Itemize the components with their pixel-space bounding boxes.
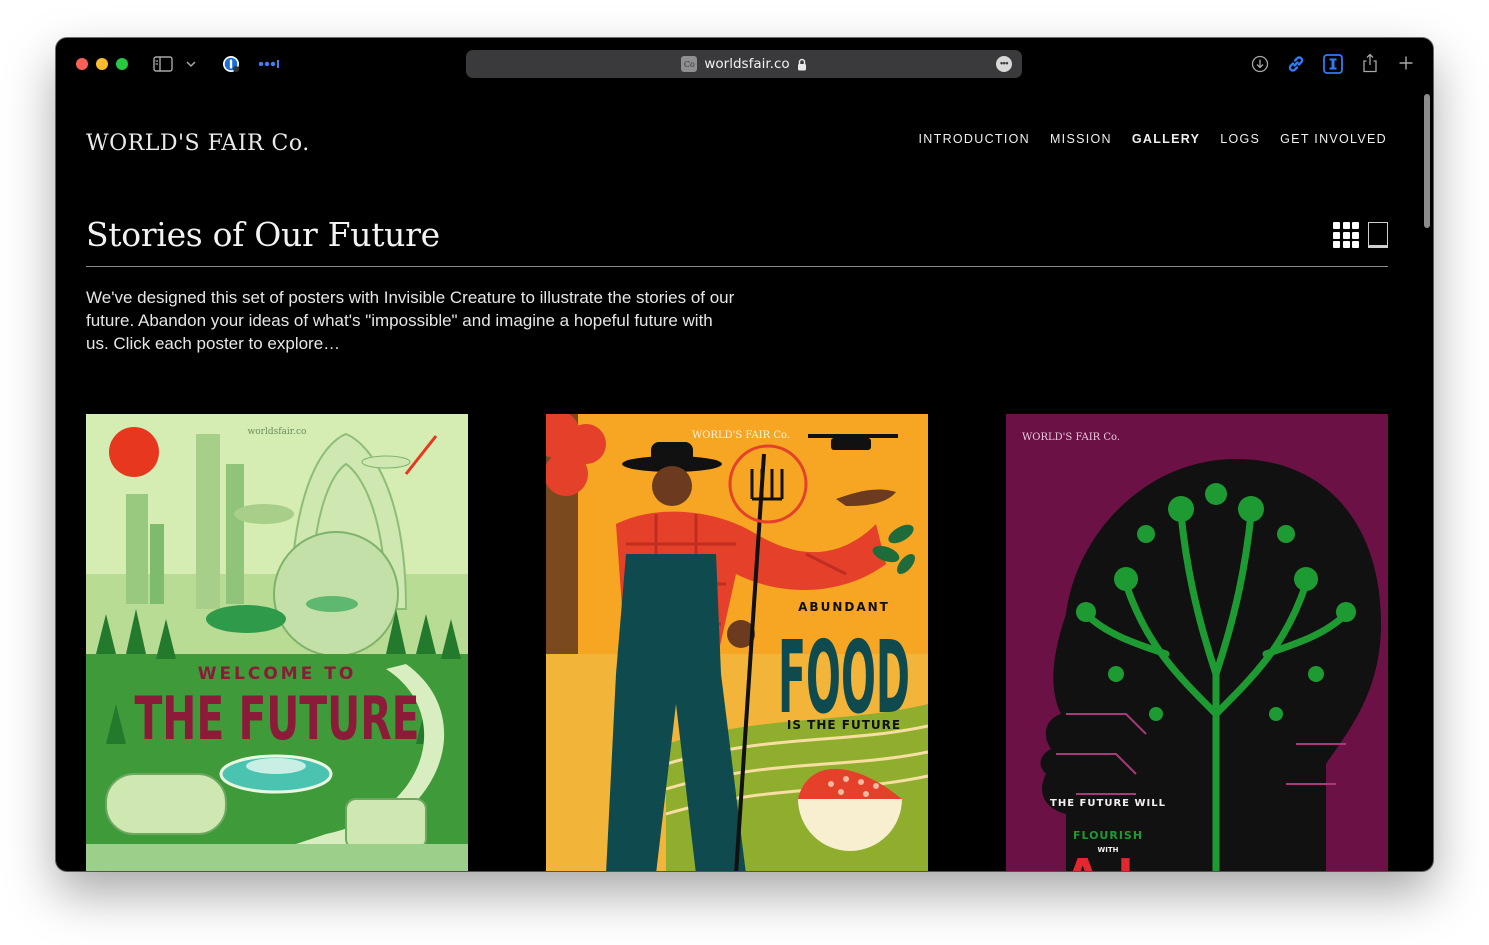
poster-1-brand: worldsfair.co	[248, 427, 307, 437]
share-icon[interactable]	[1360, 52, 1380, 74]
grid-view-icon[interactable]	[1333, 222, 1359, 248]
single-view-icon[interactable]	[1368, 222, 1388, 248]
site-logo[interactable]: WORLD'S FAIR Co.	[86, 131, 310, 156]
poster-2-brand: WORLD'S FAIR Co.	[692, 430, 790, 441]
poster-3-subtitle: THE FUTURE WILL	[1050, 798, 1166, 809]
browser-toolbar: Co worldsfair.co •••	[56, 38, 1433, 90]
reader-icon[interactable]	[1322, 53, 1344, 75]
poster-1-title: THE FUTURE	[135, 684, 420, 754]
poster-welcome-to-the-future[interactable]: WELCOME TO THE FUTURE worldsfair.co	[86, 414, 468, 871]
download-icon[interactable]	[1250, 54, 1270, 74]
page-content: WORLD'S FAIR Co. INTRODUCTION MISSION GA…	[56, 90, 1433, 871]
password-icon[interactable]	[221, 54, 241, 74]
poster-flourish-with-ai[interactable]: THE FUTURE WILL FLOURISH WITH A.I. WORLD…	[1006, 414, 1388, 871]
lock-icon	[797, 58, 807, 71]
site-favicon-icon: Co	[681, 56, 698, 72]
nav-item-introduction[interactable]: INTRODUCTION	[919, 132, 1030, 146]
address-bar[interactable]: Co worldsfair.co •••	[466, 50, 1022, 78]
minimize-window-button[interactable]	[96, 58, 108, 70]
poster-3-brand: WORLD'S FAIR Co.	[1022, 432, 1120, 443]
new-tab-icon[interactable]	[1397, 54, 1415, 72]
nav-item-gallery[interactable]: GALLERY	[1132, 132, 1200, 146]
main-nav: INTRODUCTION MISSION GALLERY LOGS GET IN…	[919, 132, 1387, 146]
intro-text: We've designed this set of posters with …	[86, 288, 735, 353]
nav-item-mission[interactable]: MISSION	[1050, 132, 1112, 146]
poster-abundant-food[interactable]: ABUNDANT FOOD IS THE FUTURE WORLD'S FAIR…	[546, 414, 928, 871]
nav-item-get-involved[interactable]: GET INVOLVED	[1280, 132, 1387, 146]
poster-3-accent: FLOURISH	[1073, 829, 1143, 842]
link-icon[interactable]	[1285, 53, 1307, 75]
more-icon[interactable]: •••	[996, 56, 1012, 72]
url-text: worldsfair.co	[704, 56, 790, 72]
sidebar-icon[interactable]	[153, 55, 173, 73]
close-window-button[interactable]	[76, 58, 88, 70]
title-divider	[86, 266, 1388, 267]
extension-dots-icon[interactable]	[258, 56, 282, 72]
page-title: Stories of Our Future	[86, 215, 440, 254]
browser-window: Co worldsfair.co ••• WORLD'S FAIR Co. IN…	[56, 38, 1433, 871]
poster-1-subtitle: WELCOME TO	[198, 664, 357, 684]
chevron-down-icon[interactable]	[185, 57, 197, 71]
poster-2-subtitle: ABUNDANT	[798, 600, 890, 614]
poster-2-subline: IS THE FUTURE	[787, 718, 901, 732]
nav-item-logs[interactable]: LOGS	[1220, 132, 1260, 146]
zoom-window-button[interactable]	[116, 58, 128, 70]
poster-3-title: A.I.	[1066, 850, 1151, 871]
